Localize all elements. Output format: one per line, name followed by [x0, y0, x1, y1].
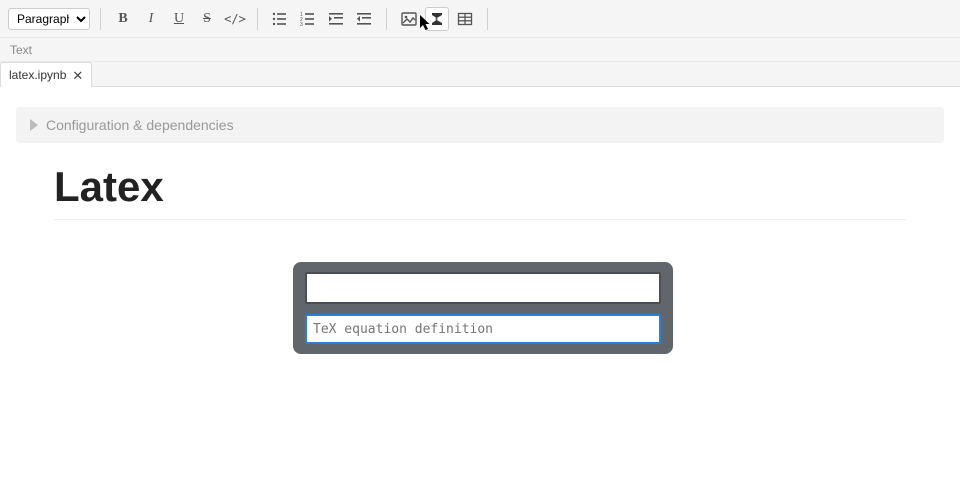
outdent-icon	[356, 11, 372, 27]
svg-text:3: 3	[300, 22, 303, 27]
latex-preview-area	[305, 272, 661, 304]
sigma-icon	[429, 11, 445, 27]
chevron-right-icon	[30, 119, 38, 131]
image-button[interactable]	[397, 7, 421, 31]
equation-button[interactable]	[425, 7, 449, 31]
underline-button[interactable]: U	[167, 7, 191, 31]
italic-icon: I	[149, 11, 154, 27]
latex-input[interactable]	[305, 314, 661, 344]
format-toolbar: Paragraph B I U S </> 123	[0, 0, 960, 38]
table-button[interactable]	[453, 7, 477, 31]
notebook-content: Configuration & dependencies Latex	[0, 87, 960, 272]
separator	[386, 8, 387, 30]
underline-icon: U	[174, 11, 184, 27]
code-button[interactable]: </>	[223, 7, 247, 31]
latex-equation-popup	[293, 262, 673, 354]
separator	[257, 8, 258, 30]
strikethrough-icon: S	[203, 11, 211, 27]
code-icon: </>	[224, 12, 246, 26]
outdent-button[interactable]	[352, 7, 376, 31]
indent-button[interactable]	[324, 7, 348, 31]
image-icon	[401, 11, 417, 27]
numbered-list-icon: 123	[300, 11, 316, 27]
notebook-tab[interactable]: latex.ipynb ✕	[0, 62, 92, 87]
bullet-list-icon	[272, 11, 288, 27]
bold-icon: B	[118, 11, 127, 27]
tab-bar: latex.ipynb ✕	[0, 62, 960, 87]
collapsed-section[interactable]: Configuration & dependencies	[16, 107, 944, 143]
numbered-list-button[interactable]: 123	[296, 7, 320, 31]
collapsed-section-label: Configuration & dependencies	[46, 117, 234, 133]
sub-toolbar: Text	[0, 38, 960, 62]
markdown-cell[interactable]: Latex	[16, 143, 944, 252]
strikethrough-button[interactable]: S	[195, 7, 219, 31]
table-icon	[457, 11, 473, 27]
tab-title: latex.ipynb	[9, 68, 66, 82]
paragraph-select[interactable]: Paragraph	[8, 8, 90, 30]
separator	[100, 8, 101, 30]
page-title: Latex	[54, 163, 906, 220]
separator	[487, 8, 488, 30]
close-icon[interactable]: ✕	[72, 69, 83, 82]
cell-type-label: Text	[10, 43, 32, 57]
indent-icon	[328, 11, 344, 27]
bullet-list-button[interactable]	[268, 7, 292, 31]
bold-button[interactable]: B	[111, 7, 135, 31]
italic-button[interactable]: I	[139, 7, 163, 31]
